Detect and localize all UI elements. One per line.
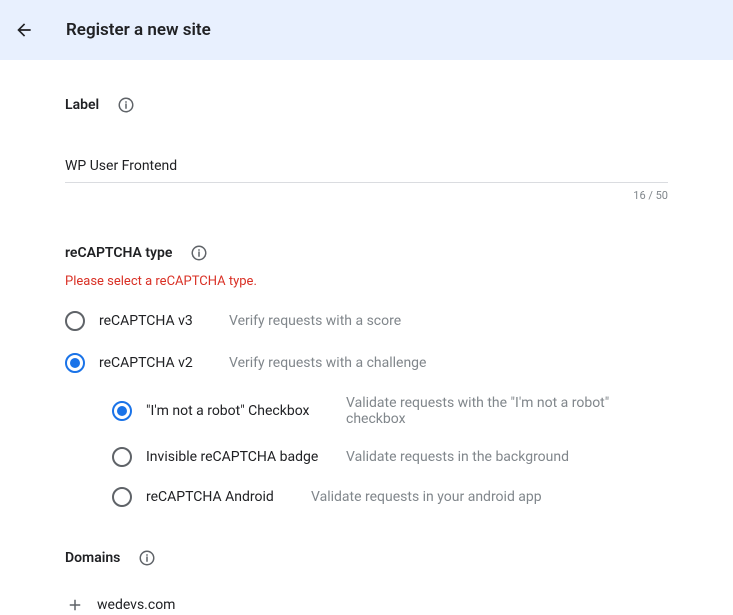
label-heading: Label (65, 96, 668, 114)
radio-label-invisible: Invisible reCAPTCHA badge (146, 449, 346, 465)
label-section: Label 16 / 50 (65, 96, 668, 202)
domains-heading: Domains (65, 549, 668, 567)
radio-label-android: reCAPTCHA Android (146, 489, 311, 505)
radio-desc-v3: Verify requests with a score (229, 313, 401, 329)
page-title: Register a new site (66, 20, 211, 40)
info-icon[interactable] (117, 96, 135, 114)
recaptcha-type-error: Please select a reCAPTCHA type. (65, 274, 668, 289)
radio-row-v3: reCAPTCHA v3 Verify requests with a scor… (65, 311, 668, 331)
domain-row: wedevs.com (65, 595, 668, 615)
plus-icon[interactable] (65, 595, 85, 615)
label-input[interactable] (65, 154, 668, 183)
radio-desc-android: Validate requests in your android app (311, 489, 542, 505)
radio-row-checkbox: "I'm not a robot" Checkbox Validate requ… (112, 395, 668, 427)
radio-v3[interactable] (65, 311, 85, 331)
info-icon[interactable] (190, 244, 208, 262)
radio-v2[interactable] (65, 353, 85, 373)
char-counter: 16 / 50 (65, 189, 668, 202)
label-title-text: Label (65, 97, 99, 113)
radio-label-checkbox: "I'm not a robot" Checkbox (146, 403, 346, 419)
header-bar: Register a new site (0, 0, 733, 60)
domains-title-text: Domains (65, 550, 120, 566)
radio-invisible[interactable] (112, 447, 132, 467)
radio-desc-v2: Verify requests with a challenge (229, 355, 426, 371)
recaptcha-type-heading: reCAPTCHA type (65, 244, 668, 262)
v2-sub-options: "I'm not a robot" Checkbox Validate requ… (65, 395, 668, 507)
radio-row-v2: reCAPTCHA v2 Verify requests with a chal… (65, 353, 668, 373)
radio-row-android: reCAPTCHA Android Validate requests in y… (112, 487, 668, 507)
radio-label-v2: reCAPTCHA v2 (99, 355, 229, 371)
back-arrow-icon[interactable] (12, 18, 36, 42)
recaptcha-type-section: reCAPTCHA type Please select a reCAPTCHA… (65, 244, 668, 507)
radio-row-invisible: Invisible reCAPTCHA badge Validate reque… (112, 447, 668, 467)
domain-item[interactable]: wedevs.com (97, 597, 175, 613)
radio-label-v3: reCAPTCHA v3 (99, 313, 229, 329)
radio-desc-checkbox: Validate requests with the "I'm not a ro… (346, 395, 668, 427)
info-icon[interactable] (138, 549, 156, 567)
radio-checkbox[interactable] (112, 401, 132, 421)
domains-section: Domains wedevs.com (65, 549, 668, 615)
radio-desc-invisible: Validate requests in the background (346, 449, 569, 465)
radio-android[interactable] (112, 487, 132, 507)
recaptcha-type-title-text: reCAPTCHA type (65, 245, 172, 261)
